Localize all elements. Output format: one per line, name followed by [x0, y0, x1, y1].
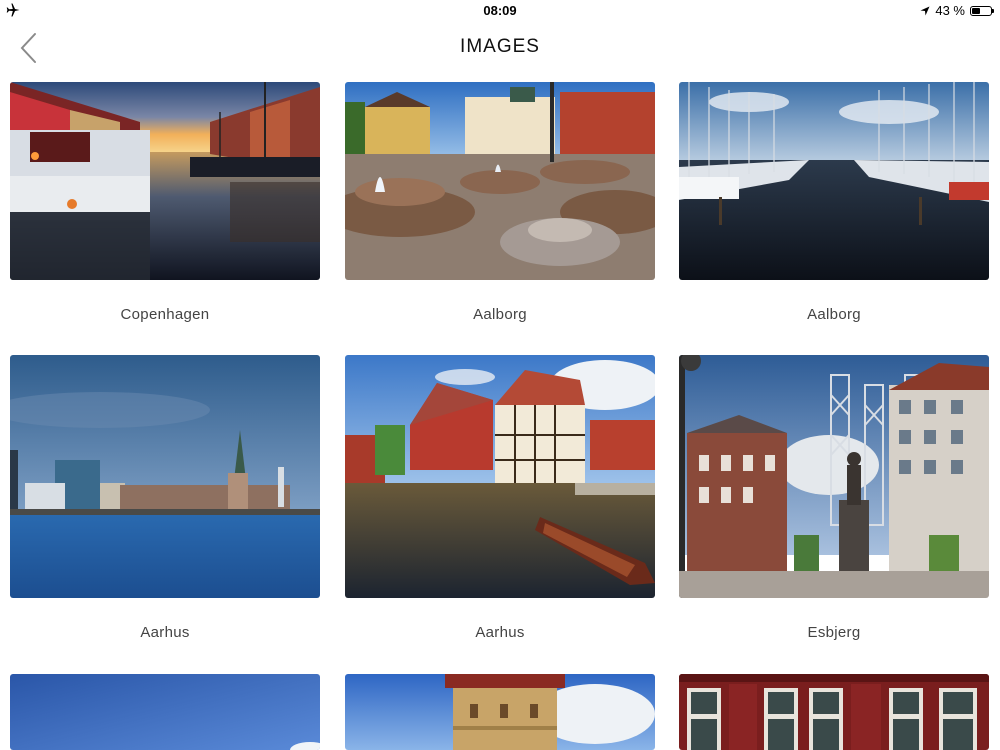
image-tile-7[interactable]	[10, 674, 320, 750]
image-caption: Esbjerg	[807, 624, 861, 641]
image-caption: Copenhagen	[120, 306, 210, 323]
photo-9	[679, 674, 989, 750]
photo-8	[345, 674, 655, 750]
image-caption: Aarhus	[475, 624, 525, 641]
image-grid: Copenhagen Aalborg Aalborg Aarhus Aarhus…	[0, 0, 1000, 750]
photo-aalborg-1	[345, 82, 655, 280]
image-tile-aarhus-2[interactable]: Aarhus	[345, 355, 655, 641]
photo-aarhus-2	[345, 355, 655, 598]
photo-aalborg-2	[679, 82, 989, 280]
photo-copenhagen	[10, 82, 320, 280]
image-caption: Aalborg	[807, 306, 861, 323]
photo-7	[10, 674, 320, 750]
photo-esbjerg	[679, 355, 989, 598]
image-tile-aarhus-1[interactable]: Aarhus	[10, 355, 320, 641]
image-tile-aalborg-2[interactable]: Aalborg	[679, 82, 989, 323]
image-caption: Aarhus	[140, 624, 190, 641]
image-caption: Aalborg	[473, 306, 527, 323]
photo-aarhus-1	[10, 355, 320, 598]
image-tile-aalborg-1[interactable]: Aalborg	[345, 82, 655, 323]
image-tile-9[interactable]	[679, 674, 989, 750]
image-tile-esbjerg[interactable]: Esbjerg	[679, 355, 989, 641]
image-tile-8[interactable]	[345, 674, 655, 750]
image-tile-copenhagen[interactable]: Copenhagen	[10, 82, 320, 323]
